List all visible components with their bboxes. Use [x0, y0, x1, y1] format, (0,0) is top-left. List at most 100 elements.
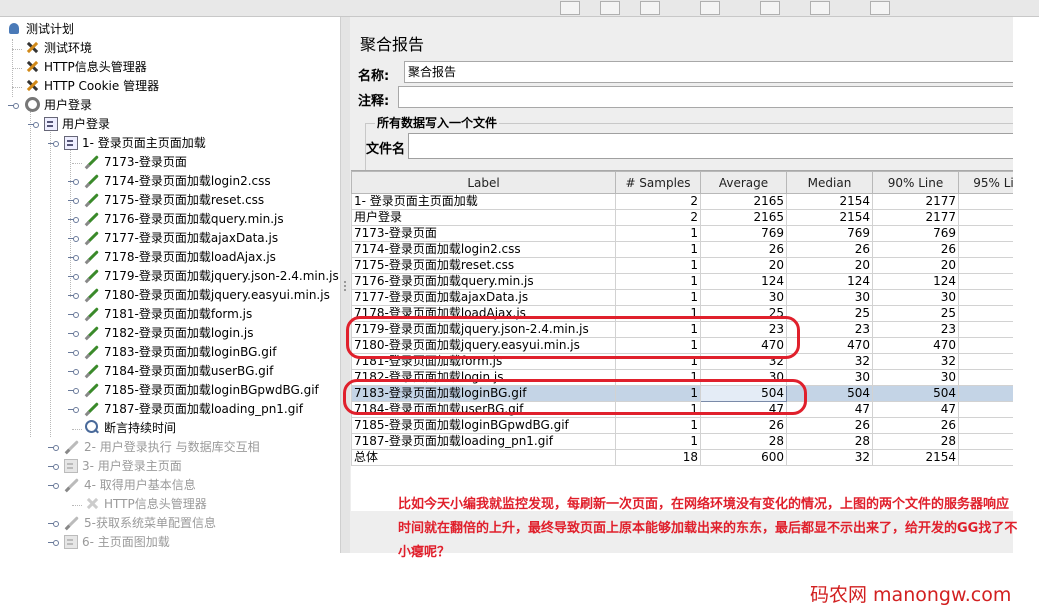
tree-expand-toggle[interactable]: [48, 520, 59, 528]
sampler-icon: [84, 286, 100, 302]
tree-node-label: 7181-登录页面加载form.js: [104, 307, 253, 321]
tree-node-label: 1- 登录页面主页面加载: [82, 136, 206, 150]
tree-node[interactable]: 7177-登录页面加载ajaxData.js: [84, 229, 278, 248]
tree-node[interactable]: 2- 用户登录执行 与数据库交互相: [64, 438, 260, 457]
toolbar-button[interactable]: [810, 1, 830, 15]
table-row[interactable]: 7173-登录页面 1 769 769 769: [351, 225, 1013, 242]
tree-expand-toggle[interactable]: [68, 273, 79, 281]
table-row[interactable]: 1- 登录页面主页面加载 2 2165 2154 2177: [351, 193, 1013, 210]
tree-expand-toggle[interactable]: [68, 387, 79, 395]
tree-node[interactable]: 1- 登录页面主页面加载: [64, 134, 206, 153]
tree-node[interactable]: 断言持续时间: [84, 419, 176, 438]
column-header-median[interactable]: Median: [786, 171, 873, 194]
table-cell-median: 769: [786, 225, 873, 242]
tree-node[interactable]: 7182-登录页面加载login.js: [84, 324, 254, 343]
tree-node[interactable]: 6- 主页面图加载: [64, 533, 170, 552]
filename-field[interactable]: [408, 133, 1013, 159]
tree-expand-toggle[interactable]: [68, 254, 79, 262]
table-cell-average: 600: [700, 449, 787, 466]
tree-node[interactable]: HTTP信息头管理器: [24, 58, 147, 77]
toolbar-button[interactable]: [700, 1, 720, 15]
sampler-icon: [84, 267, 100, 283]
table-cell-line90: 20: [872, 257, 959, 274]
tree-node[interactable]: 7174-登录页面加载login2.css: [84, 172, 271, 191]
tree-node[interactable]: 测试环境: [24, 39, 92, 58]
tree-expand-toggle[interactable]: [68, 197, 79, 205]
tree-node[interactable]: 7184-登录页面加载userBG.gif: [84, 362, 273, 381]
tree-expand-toggle[interactable]: [68, 330, 79, 338]
toolbar-button[interactable]: [760, 1, 780, 15]
table-cell-samples: 1: [615, 433, 701, 450]
tree-node[interactable]: HTTP信息头管理器: [84, 495, 207, 514]
tree-expand-toggle[interactable]: [68, 235, 79, 243]
test-plan-tree[interactable]: 测试计划 测试环境 HTTP信息头管理器 HTTP Cookie 管理器 用户登录 用户登…: [0, 17, 340, 553]
tree-expand-toggle[interactable]: [48, 482, 59, 490]
tree-expand-toggle[interactable]: [68, 406, 79, 414]
tree-expand-toggle[interactable]: [68, 311, 79, 319]
comment-field[interactable]: [398, 86, 1013, 108]
tree-node[interactable]: 7187-登录页面加载loading_pn1.gif: [84, 400, 303, 419]
table-row[interactable]: 7174-登录页面加载login2.css 1 26 26 26: [351, 241, 1013, 258]
column-header-label[interactable]: Label: [351, 171, 616, 194]
tree-node[interactable]: 测试计划: [6, 20, 74, 39]
tree-node[interactable]: 7179-登录页面加载jquery.json-2.4.min.js: [84, 267, 339, 286]
tree-expand-toggle[interactable]: [48, 463, 59, 471]
tree-node[interactable]: 用户登录: [44, 115, 110, 134]
tree-node[interactable]: 7176-登录页面加载query.min.js: [84, 210, 284, 229]
tree-node[interactable]: 4- 取得用户基本信息: [64, 476, 196, 495]
tree-node[interactable]: 7180-登录页面加载jquery.easyui.min.js: [84, 286, 330, 305]
tree-node-label: 7187-登录页面加载loading_pn1.gif: [104, 402, 303, 416]
table-cell-median: 32: [786, 353, 873, 370]
table-cell-median: 32: [786, 449, 873, 466]
tree-node[interactable]: 用户登录: [24, 96, 92, 115]
tree-node[interactable]: 7173-登录页面: [84, 153, 187, 172]
tree-node-label: HTTP信息头管理器: [104, 497, 207, 511]
table-row[interactable]: 7177-登录页面加载ajaxData.js 1 30 30 30: [351, 289, 1013, 306]
tree-node-label: HTTP信息头管理器: [44, 60, 147, 74]
tree-node[interactable]: 7178-登录页面加载loadAjax.js: [84, 248, 276, 267]
table-cell-line90: 504: [872, 385, 959, 402]
column-header-90-line[interactable]: 90% Line: [872, 171, 959, 194]
table-cell-average: 26: [700, 241, 787, 258]
table-cell-label: 总体: [351, 449, 616, 466]
tree-expand-toggle[interactable]: [68, 368, 79, 376]
tree-expand-toggle[interactable]: [68, 292, 79, 300]
sampler-icon: [84, 191, 100, 207]
tree-expand-toggle[interactable]: [28, 121, 39, 129]
name-field[interactable]: 聚合报告: [404, 61, 1013, 83]
table-cell-samples: 1: [615, 417, 701, 434]
column-header-95-line[interactable]: 95% Li: [958, 171, 1013, 194]
magnifier-icon: [84, 419, 100, 435]
tree-expand-toggle[interactable]: [8, 102, 19, 110]
table-cell-line90: 26: [872, 241, 959, 258]
annotation-text: 比如今天小编我就监控发现，每刷新一次页面，在网络环境没有变化的情况，上图的两个文…: [398, 497, 1018, 560]
toolbar-button[interactable]: [640, 1, 660, 15]
toolbar-button[interactable]: [600, 1, 620, 15]
tree-node[interactable]: 3- 用户登录主页面: [64, 457, 182, 476]
table-row[interactable]: 7187-登录页面加载loading_pn1.gif 1 28 28 28: [351, 433, 1013, 450]
table-cell-samples: 2: [615, 193, 701, 210]
tree-expand-toggle[interactable]: [48, 140, 59, 148]
table-row[interactable]: 总体 18 600 32 2154: [351, 449, 1013, 466]
table-row[interactable]: 7185-登录页面加载loginBGpwdBG.gif 1 26 26 26: [351, 417, 1013, 434]
tree-node[interactable]: 5-获取系统菜单配置信息: [64, 514, 216, 533]
tree-expand-toggle[interactable]: [48, 444, 59, 452]
column-header-samples[interactable]: # Samples: [615, 171, 701, 194]
tree-node[interactable]: HTTP Cookie 管理器: [24, 77, 159, 96]
table-row[interactable]: 用户登录 2 2165 2154 2177: [351, 209, 1013, 226]
toolbar-button[interactable]: [870, 1, 890, 15]
tree-node[interactable]: 7181-登录页面加载form.js: [84, 305, 252, 324]
tree-expand-toggle[interactable]: [68, 216, 79, 224]
tree-expand-toggle[interactable]: [68, 178, 79, 186]
column-header-average[interactable]: Average: [700, 171, 787, 194]
table-row[interactable]: 7175-登录页面加载reset.css 1 20 20 20: [351, 257, 1013, 274]
tree-node[interactable]: 7185-登录页面加载loginBGpwdBG.gif: [84, 381, 319, 400]
controller-icon: [64, 459, 78, 473]
tree-expand-toggle[interactable]: [48, 539, 59, 547]
toolbar-button[interactable]: [560, 1, 580, 15]
tree-node[interactable]: 7175-登录页面加载reset.css: [84, 191, 264, 210]
table-row[interactable]: 7176-登录页面加载query.min.js 1 124 124 124: [351, 273, 1013, 290]
tree-node[interactable]: 7183-登录页面加载loginBG.gif: [84, 343, 276, 362]
tree-expand-toggle[interactable]: [68, 349, 79, 357]
group-legend: 所有数据写入一个文件: [375, 114, 500, 131]
